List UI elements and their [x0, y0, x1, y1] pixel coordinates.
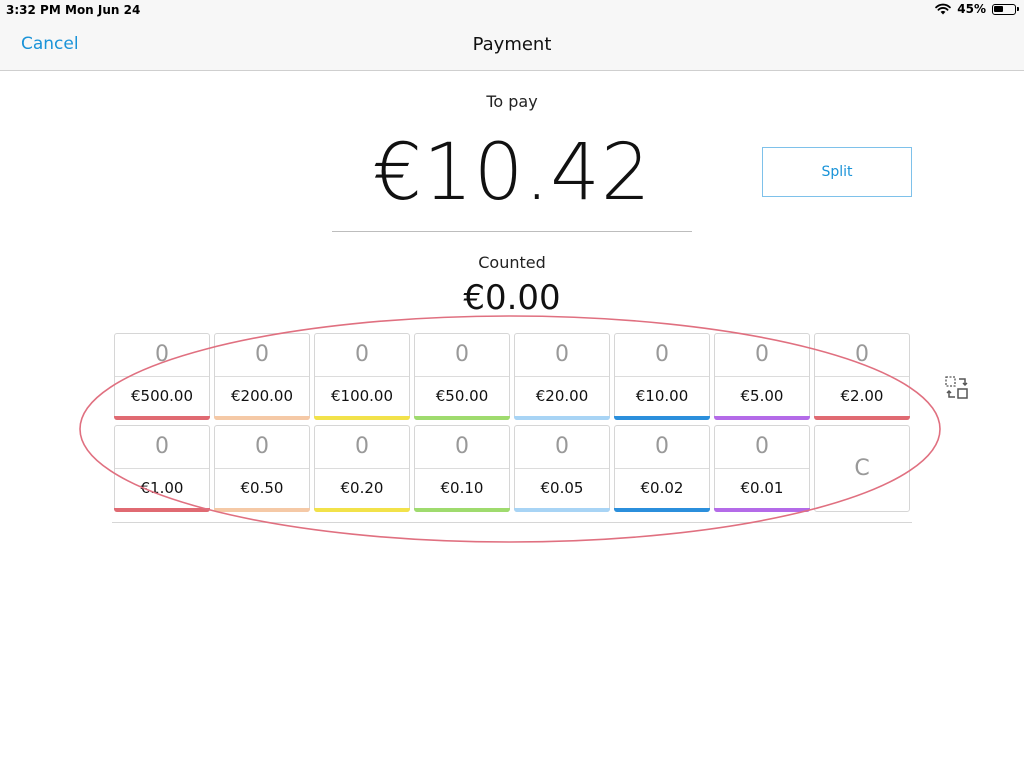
denomination-label: €0.10: [440, 479, 484, 497]
denomination-count: 0: [455, 434, 469, 459]
denomination-cell[interactable]: 0 €0.05: [514, 425, 610, 512]
cell-divider: [815, 376, 909, 377]
denomination-color-bar: [614, 416, 710, 420]
wifi-icon: [935, 3, 952, 15]
denomination-label: €50.00: [435, 387, 489, 405]
page-title: Payment: [472, 34, 552, 55]
denomination-cell[interactable]: 0 €5.00: [714, 333, 810, 420]
cell-divider: [615, 376, 709, 377]
denomination-count: 0: [355, 342, 369, 367]
denomination-cell[interactable]: 0 €500.00: [114, 333, 210, 420]
denomination-label: €20.00: [535, 387, 589, 405]
amount-divider: [332, 231, 692, 232]
denomination-label: €200.00: [230, 387, 294, 405]
denomination-cell[interactable]: 0 €100.00: [314, 333, 410, 420]
denomination-count: 0: [655, 342, 669, 367]
cell-divider: [115, 468, 209, 469]
denomination-color-bar: [814, 416, 910, 420]
battery-icon: [992, 3, 1019, 15]
cell-divider: [315, 468, 409, 469]
denomination-count: 0: [755, 342, 769, 367]
counted-label: Counted: [478, 253, 546, 272]
denomination-count: 0: [455, 342, 469, 367]
denomination-color-bar: [714, 508, 810, 512]
denomination-cell[interactable]: 0 €200.00: [214, 333, 310, 420]
denomination-label: €0.50: [240, 479, 284, 497]
denomination-cell[interactable]: 0 €0.10: [414, 425, 510, 512]
denomination-color-bar: [314, 508, 410, 512]
nav-bar: Cancel Payment: [0, 20, 1024, 71]
denomination-label: €0.05: [540, 479, 584, 497]
denomination-count: 0: [155, 434, 169, 459]
denomination-count: 0: [655, 434, 669, 459]
clear-button[interactable]: C: [814, 425, 910, 512]
denomination-cell[interactable]: 0 €1.00: [114, 425, 210, 512]
cell-divider: [415, 468, 509, 469]
denomination-count: 0: [755, 434, 769, 459]
cell-divider: [715, 376, 809, 377]
denomination-color-bar: [414, 416, 510, 420]
denomination-cell[interactable]: 0 €0.02: [614, 425, 710, 512]
denomination-count: 0: [255, 342, 269, 367]
denomination-color-bar: [614, 508, 710, 512]
status-right: 45%: [935, 2, 1019, 16]
denomination-color-bar: [514, 416, 610, 420]
denomination-color-bar: [314, 416, 410, 420]
denomination-label: €0.02: [640, 479, 684, 497]
swap-layout-icon[interactable]: [944, 375, 970, 401]
counted-value: €0.00: [463, 278, 561, 318]
cell-divider: [215, 376, 309, 377]
denomination-color-bar: [214, 508, 310, 512]
denomination-cell[interactable]: 0 €2.00: [814, 333, 910, 420]
denomination-count: 0: [855, 342, 869, 367]
denomination-label: €1.00: [140, 479, 184, 497]
denomination-count: 0: [555, 434, 569, 459]
denomination-color-bar: [114, 416, 210, 420]
denomination-color-bar: [514, 508, 610, 512]
cell-divider: [315, 376, 409, 377]
denomination-label: €2.00: [840, 387, 884, 405]
status-date: Mon Jun 24: [65, 3, 141, 17]
denomination-label: €5.00: [740, 387, 784, 405]
denomination-label: €100.00: [330, 387, 394, 405]
battery-percent: 45%: [957, 2, 986, 16]
amount-due: €10.42: [372, 128, 652, 218]
cell-divider: [115, 376, 209, 377]
denomination-cell[interactable]: 0 €0.20: [314, 425, 410, 512]
denomination-cell[interactable]: 0 €0.50: [214, 425, 310, 512]
denomination-count: 0: [155, 342, 169, 367]
denomination-color-bar: [414, 508, 510, 512]
cell-divider: [415, 376, 509, 377]
to-pay-label: To pay: [486, 92, 538, 111]
denomination-color-bar: [214, 416, 310, 420]
denomination-cell[interactable]: 0 €50.00: [414, 333, 510, 420]
denomination-count: 0: [555, 342, 569, 367]
denomination-cell[interactable]: 0 €10.00: [614, 333, 710, 420]
denomination-label: €0.01: [740, 479, 784, 497]
denomination-color-bar: [714, 416, 810, 420]
split-button[interactable]: Split: [762, 147, 912, 197]
status-bar: 3:32 PM Mon Jun 24 45%: [0, 0, 1024, 20]
denomination-label: €500.00: [130, 387, 194, 405]
cell-divider: [715, 468, 809, 469]
clear-label: C: [854, 456, 870, 481]
denomination-cell[interactable]: 0 €20.00: [514, 333, 610, 420]
denomination-label: €0.20: [340, 479, 384, 497]
denomination-cell[interactable]: 0 €0.01: [714, 425, 810, 512]
denomination-color-bar: [114, 508, 210, 512]
cell-divider: [615, 468, 709, 469]
cell-divider: [215, 468, 309, 469]
denomination-count: 0: [355, 434, 369, 459]
cell-divider: [515, 376, 609, 377]
cell-divider: [515, 468, 609, 469]
status-time: 3:32 PM: [6, 3, 61, 17]
denomination-count: 0: [255, 434, 269, 459]
denomination-label: €10.00: [635, 387, 689, 405]
grid-divider: [112, 522, 912, 523]
